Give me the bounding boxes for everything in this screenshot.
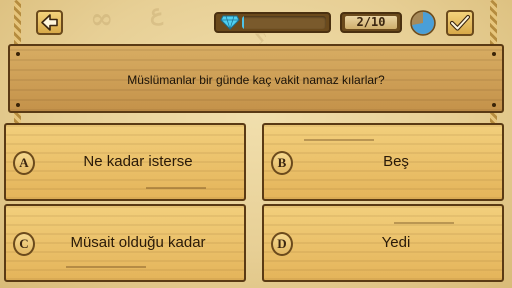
wood-crack [146, 187, 206, 189]
answer-d-letter: D [271, 232, 293, 256]
wood-crack [394, 222, 454, 224]
answer-d-button[interactable]: D Yedi [262, 204, 504, 282]
nail [16, 52, 20, 56]
checkmark-icon [449, 14, 471, 31]
answer-b-letter: B [271, 151, 293, 175]
arrow-left-icon [41, 14, 58, 31]
answer-a-label: Ne kadar isterse [83, 153, 193, 170]
nail [16, 103, 20, 107]
background-doodle: ∞ [90, 2, 114, 35]
answer-b-button[interactable]: B Beş [262, 123, 504, 201]
back-button[interactable] [36, 10, 63, 35]
diamond-icon [220, 15, 240, 30]
nail [492, 52, 496, 56]
gem-progress-bar [214, 12, 331, 33]
answer-a-button[interactable]: A Ne kadar isterse [4, 123, 246, 201]
rope-right [490, 0, 497, 48]
answer-c-button[interactable]: C Müsait olduğu kadar [4, 204, 246, 282]
nail [492, 103, 496, 107]
answer-a-letter: A [13, 151, 35, 175]
background-doodle: ع [150, 0, 164, 26]
wood-crack [304, 139, 374, 141]
answer-b-label: Beş [383, 153, 409, 170]
confirm-button[interactable] [446, 10, 474, 36]
answer-d-label: Yedi [381, 234, 411, 251]
wood-crack [66, 266, 146, 268]
rope-left [14, 0, 21, 48]
question-counter: 2/10 [340, 12, 402, 33]
answer-c-letter: C [13, 232, 35, 256]
question-board: Müslümanlar bir günde kaç vakit namaz kı… [8, 44, 504, 113]
question-text: Müslümanlar bir günde kaç vakit namaz kı… [127, 73, 385, 87]
progress-track [242, 16, 326, 29]
progress-fill [242, 16, 244, 29]
pie-timer-icon [410, 10, 436, 36]
question-counter-text: 2/10 [345, 16, 397, 29]
answer-c-label: Müsait olduğu kadar [70, 234, 206, 251]
